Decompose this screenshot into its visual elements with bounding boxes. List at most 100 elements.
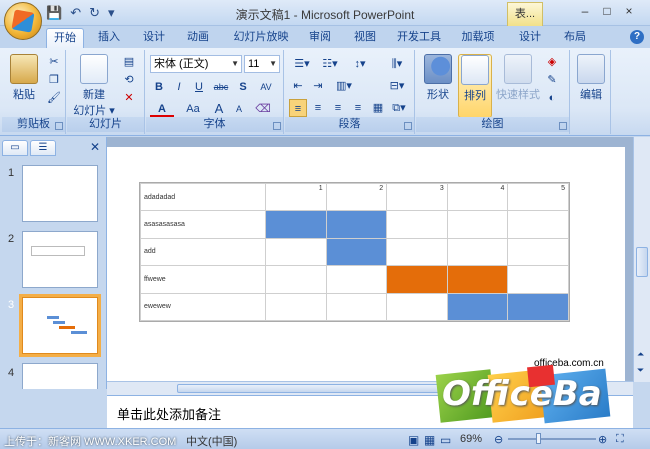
- table-cell[interactable]: [265, 265, 327, 294]
- zoom-level[interactable]: 69%: [460, 433, 482, 445]
- copy-icon[interactable]: ❐: [46, 72, 62, 88]
- delete-slide-icon[interactable]: ✕: [121, 90, 137, 106]
- justify-icon[interactable]: ≡: [349, 99, 367, 117]
- shape-fill-icon[interactable]: ◈: [544, 54, 560, 70]
- char-spacing-button[interactable]: AV: [254, 78, 278, 96]
- tab-view[interactable]: 视图: [348, 28, 382, 48]
- distribute-icon[interactable]: ▦: [369, 99, 387, 117]
- underline-button[interactable]: U: [190, 78, 208, 96]
- numbering-icon[interactable]: ☷▾: [317, 55, 343, 73]
- align-center-icon[interactable]: ≡: [309, 99, 327, 117]
- table-cell[interactable]: [507, 237, 569, 267]
- slide-thumbnail[interactable]: [22, 363, 98, 389]
- reset-icon[interactable]: ⟲: [121, 72, 137, 88]
- slide-thumbnail-selected[interactable]: [19, 294, 101, 357]
- next-slide-icon[interactable]: ⏷: [637, 365, 644, 376]
- current-slide[interactable]: adadadad 1 2 3 4 5 asasasasasa add ffwew…: [107, 147, 625, 382]
- clear-format-icon[interactable]: ⌫: [254, 100, 272, 118]
- shadow-button[interactable]: S: [234, 78, 252, 96]
- gantt-cell-blue[interactable]: [265, 210, 327, 239]
- tab-slideshow[interactable]: 幻灯片放映: [230, 28, 292, 48]
- table-cell[interactable]: [446, 237, 509, 267]
- slides-tab-icon[interactable]: ▭: [2, 140, 28, 156]
- bold-button[interactable]: B: [150, 78, 168, 96]
- gantt-cell-blue[interactable]: [507, 292, 569, 322]
- minimize-button[interactable]: –: [574, 4, 596, 21]
- zoom-out-icon[interactable]: ⊖: [494, 433, 503, 446]
- table-cell[interactable]: [386, 292, 448, 322]
- columns-icon[interactable]: ▥▾: [331, 77, 357, 95]
- table-cell[interactable]: 5: [507, 182, 569, 212]
- align-text-icon[interactable]: ⊟▾: [385, 77, 409, 95]
- italic-button[interactable]: I: [170, 78, 188, 96]
- change-case-button[interactable]: Aa: [180, 100, 206, 118]
- decrease-indent-icon[interactable]: ⇤: [289, 77, 307, 95]
- normal-view-icon[interactable]: ▣: [408, 433, 419, 447]
- slideshow-view-icon[interactable]: ▭: [440, 433, 451, 447]
- arrange-button[interactable]: 排列: [458, 54, 492, 118]
- zoom-slider-thumb[interactable]: [536, 433, 541, 444]
- line-spacing-icon[interactable]: ↕▾: [347, 55, 373, 73]
- align-left-icon[interactable]: ≡: [289, 99, 307, 117]
- table-cell[interactable]: [446, 210, 509, 239]
- tab-developer[interactable]: 开发工具: [393, 28, 445, 48]
- sorter-view-icon[interactable]: ▦: [424, 433, 435, 447]
- table-cell[interactable]: [386, 237, 448, 267]
- maximize-button[interactable]: □: [596, 4, 618, 21]
- editing-button[interactable]: 编辑: [573, 54, 609, 102]
- layout-icon[interactable]: ▤: [121, 54, 137, 70]
- table-cell[interactable]: [386, 210, 448, 239]
- table-cell[interactable]: asasasasasa: [140, 210, 266, 239]
- text-direction-icon[interactable]: ⫼▾: [385, 55, 409, 73]
- font-name-combo[interactable]: 宋体 (正文) ▼: [150, 55, 242, 73]
- slide-thumbnail[interactable]: [22, 231, 98, 288]
- paste-button[interactable]: 粘贴: [6, 54, 42, 102]
- tab-table-design[interactable]: 设计: [513, 28, 547, 48]
- format-painter-icon[interactable]: 🖌: [46, 90, 62, 106]
- increase-indent-icon[interactable]: ⇥: [309, 77, 327, 95]
- table-cell[interactable]: [265, 292, 327, 322]
- table-cell[interactable]: 1: [265, 182, 327, 212]
- tab-review[interactable]: 审阅: [303, 28, 337, 48]
- prev-slide-icon[interactable]: ⏶: [637, 349, 644, 360]
- gantt-cell-orange[interactable]: [386, 265, 448, 294]
- tab-design[interactable]: 设计: [137, 28, 171, 48]
- scroll-thumb[interactable]: [636, 247, 648, 277]
- table-cell[interactable]: [507, 265, 569, 294]
- font-size-combo[interactable]: 11 ▼: [244, 55, 280, 73]
- tab-home[interactable]: 开始: [46, 28, 84, 48]
- table-cell[interactable]: adadadad: [140, 182, 266, 212]
- quick-styles-button[interactable]: 快速样式: [494, 54, 542, 102]
- fit-to-window-icon[interactable]: ⛶: [616, 433, 624, 446]
- drawing-launcher-icon[interactable]: [559, 122, 567, 130]
- table-cell[interactable]: ewewew: [140, 292, 266, 322]
- shape-outline-icon[interactable]: ✎: [544, 72, 560, 88]
- zoom-slider[interactable]: [508, 438, 596, 440]
- tab-addins[interactable]: 加载项: [456, 28, 500, 48]
- help-icon[interactable]: ?: [630, 30, 644, 44]
- bullets-icon[interactable]: ☰▾: [289, 55, 315, 73]
- table-cell[interactable]: [265, 237, 327, 267]
- shrink-font-button[interactable]: A: [230, 100, 248, 118]
- gantt-cell-orange[interactable]: [446, 265, 509, 294]
- paragraph-launcher-icon[interactable]: [404, 122, 412, 130]
- shapes-button[interactable]: 形状: [420, 54, 456, 102]
- vertical-scrollbar[interactable]: ⏶ ⏷: [633, 137, 650, 382]
- new-slide-button[interactable]: 新建 幻灯片 ▾: [71, 54, 117, 118]
- zoom-in-icon[interactable]: ⊕: [598, 433, 607, 446]
- font-launcher-icon[interactable]: [273, 122, 281, 130]
- hscroll-thumb[interactable]: [177, 384, 477, 393]
- shape-effects-icon[interactable]: ◐: [544, 90, 560, 106]
- table-cell[interactable]: add: [140, 237, 266, 267]
- table-cell[interactable]: 3: [386, 182, 448, 212]
- tab-table-layout[interactable]: 布局: [558, 28, 592, 48]
- grow-font-button[interactable]: A: [210, 100, 228, 118]
- table-cell[interactable]: [325, 292, 388, 322]
- tab-animation[interactable]: 动画: [181, 28, 215, 48]
- table-cell[interactable]: [325, 265, 388, 294]
- tab-insert[interactable]: 插入: [92, 28, 126, 48]
- align-right-icon[interactable]: ≡: [329, 99, 347, 117]
- table-cell[interactable]: 2: [325, 182, 388, 212]
- close-panel-icon[interactable]: ✕: [90, 140, 100, 154]
- close-button[interactable]: ×: [618, 4, 640, 21]
